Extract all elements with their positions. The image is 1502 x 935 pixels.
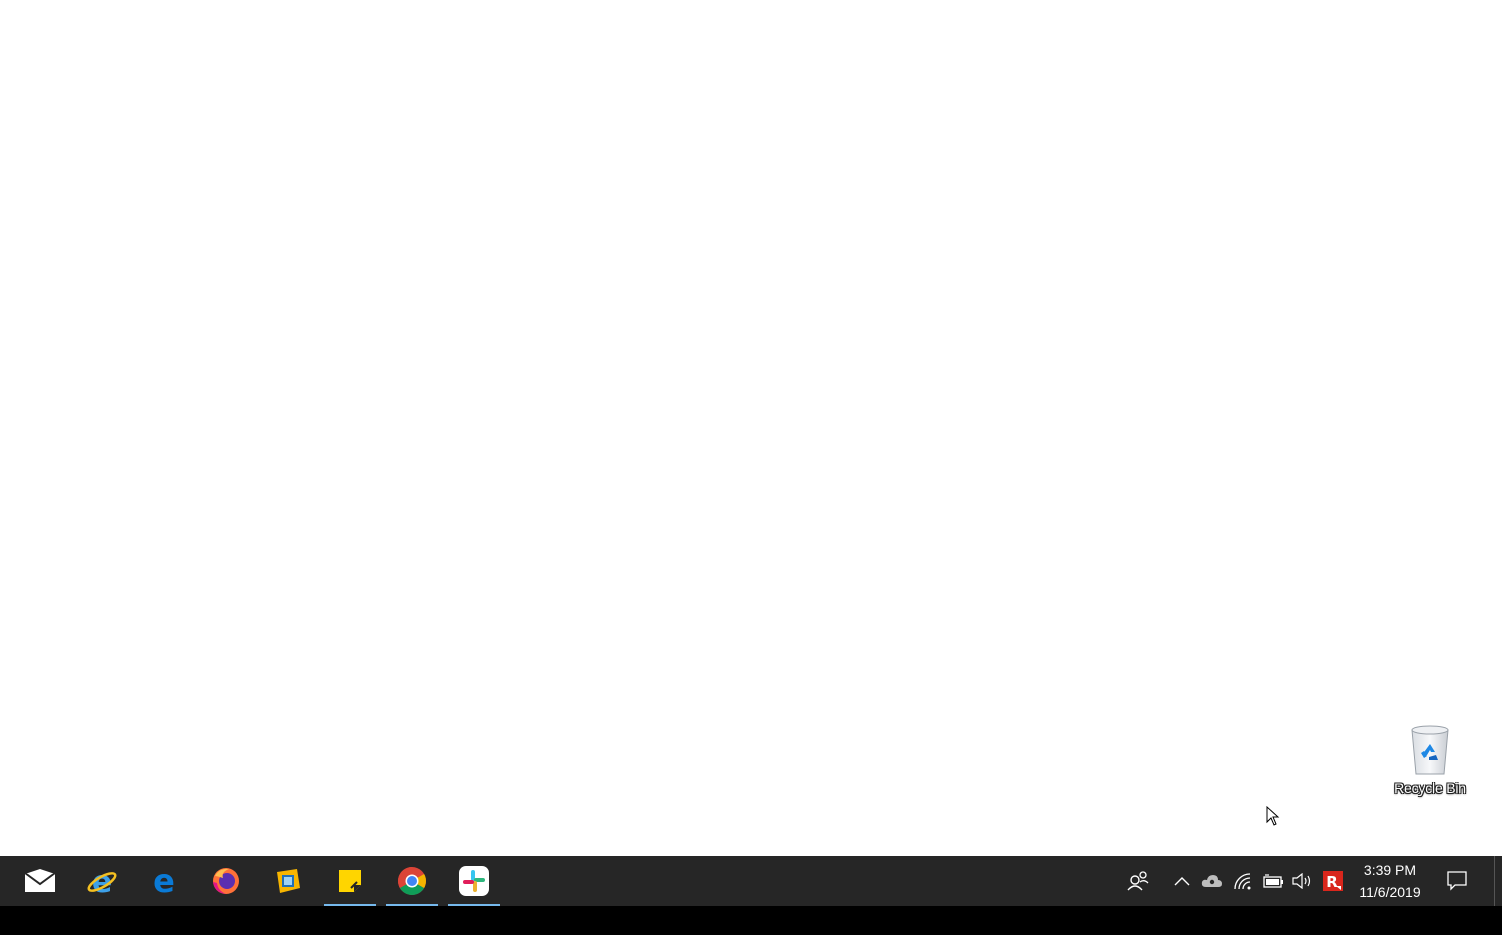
- recycle-bin[interactable]: Recycle Bin: [1384, 722, 1476, 796]
- app-r-tray-button[interactable]: R: [1320, 856, 1346, 906]
- cloud-icon: [1201, 875, 1222, 887]
- notification-icon: [1447, 871, 1467, 891]
- taskbar-firefox-button[interactable]: [200, 856, 252, 906]
- recycle-bin-icon: [1411, 725, 1449, 775]
- network-button[interactable]: [1231, 856, 1255, 906]
- people-icon: [1127, 871, 1149, 891]
- clock[interactable]: 3:39 PM 11/6/2019: [1346, 856, 1434, 906]
- clock-date: 11/6/2019: [1359, 884, 1421, 900]
- taskbar-internet-explorer-button[interactable]: e: [76, 856, 128, 906]
- action-center-button[interactable]: [1440, 856, 1474, 906]
- mail-icon: [24, 869, 56, 892]
- chrome-icon: [398, 867, 426, 895]
- recycle-bin-label: Recycle Bin: [1394, 780, 1466, 796]
- people-button[interactable]: [1124, 856, 1152, 906]
- taskbar: e e R 3:39 PM 11/6/2019: [0, 856, 1502, 906]
- edge-icon: e: [153, 866, 175, 896]
- app-r-icon: R: [1323, 871, 1343, 891]
- virtualbox-icon: [277, 869, 300, 893]
- cloud-tray-button[interactable]: [1200, 856, 1224, 906]
- desktop[interactable]: Recycle Bin: [0, 0, 1502, 856]
- screen-bottom-bar: [0, 906, 1502, 935]
- show-desktop-button[interactable]: [1494, 856, 1495, 906]
- svg-text:R: R: [1326, 873, 1338, 891]
- firefox-icon: [213, 868, 239, 894]
- svg-text:e: e: [153, 866, 175, 896]
- taskbar-mail-button[interactable]: [14, 856, 66, 906]
- slack-icon: [459, 866, 489, 896]
- taskbar-virtualbox-button[interactable]: [262, 856, 314, 906]
- taskbar-sticky-notes-button[interactable]: [324, 856, 376, 906]
- battery-icon: [1263, 874, 1283, 888]
- volume-button[interactable]: [1290, 856, 1314, 906]
- mouse-cursor-icon: [1266, 806, 1280, 826]
- show-hidden-icons-button[interactable]: [1170, 856, 1194, 906]
- chevron-up-icon: [1174, 877, 1190, 886]
- internet-explorer-icon: e: [87, 865, 117, 897]
- taskbar-chrome-button[interactable]: [386, 856, 438, 906]
- taskbar-slack-button[interactable]: [448, 856, 500, 906]
- battery-button[interactable]: [1260, 856, 1286, 906]
- volume-icon: [1292, 873, 1311, 889]
- clock-time: 3:39 PM: [1363, 862, 1417, 878]
- wifi-icon: [1234, 873, 1251, 890]
- taskbar-edge-button[interactable]: e: [138, 856, 190, 906]
- sticky-notes-icon: [339, 870, 361, 892]
